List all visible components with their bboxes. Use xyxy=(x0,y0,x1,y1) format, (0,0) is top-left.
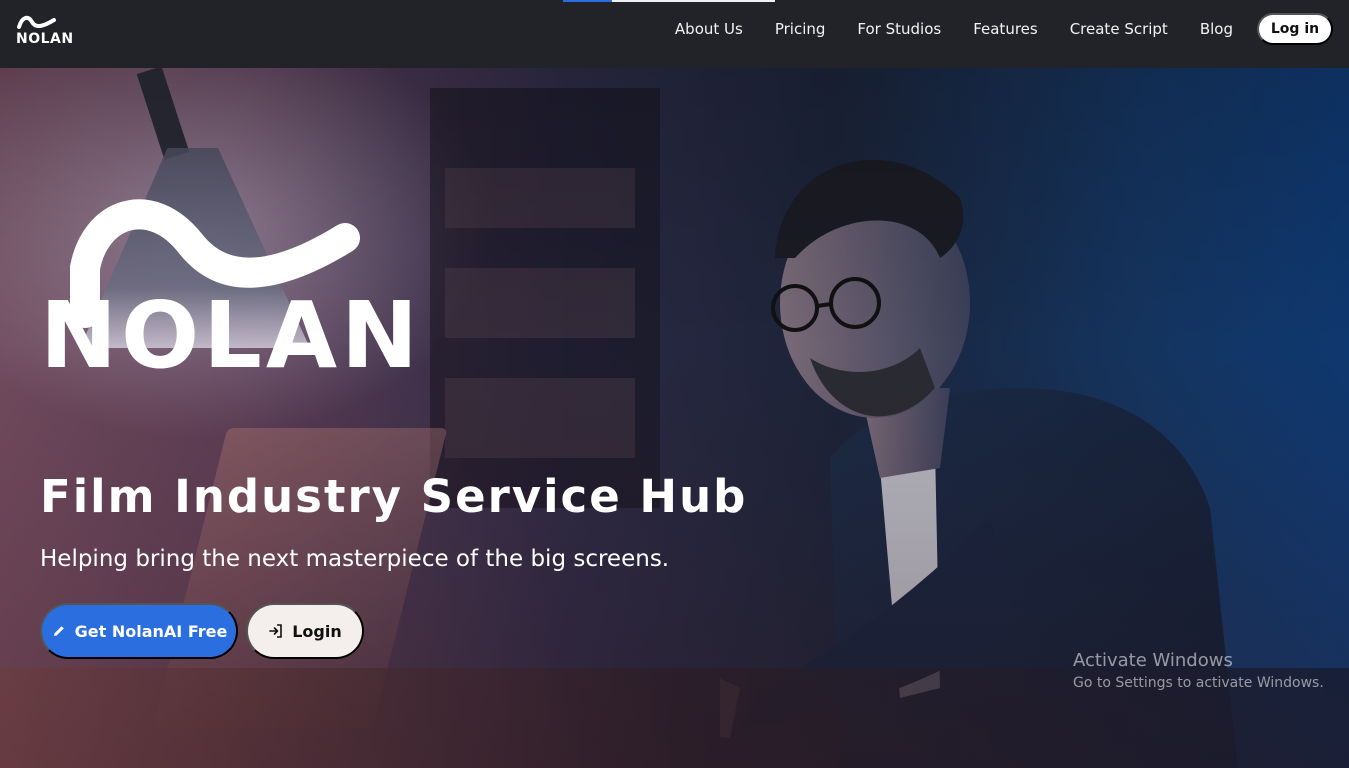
brand-wave-icon xyxy=(17,15,56,29)
get-nolanai-free-label: Get NolanAI Free xyxy=(74,621,228,641)
pencil-icon xyxy=(51,623,67,639)
brand-name: NOLAN xyxy=(16,31,74,47)
nav-item-about-us[interactable]: About Us xyxy=(675,20,743,38)
watermark-subtitle: Go to Settings to activate Windows. xyxy=(1073,675,1324,691)
nav-item-for-studios[interactable]: For Studios xyxy=(857,20,941,38)
windows-activation-watermark: Activate Windows Go to Settings to activ… xyxy=(1073,650,1324,691)
nav-item-blog[interactable]: Blog xyxy=(1200,20,1233,38)
hero-subtitle: Helping bring the next masterpiece of th… xyxy=(40,546,670,572)
nav-item-create-script[interactable]: Create Script xyxy=(1070,20,1168,38)
login-hero-label: Login xyxy=(292,621,342,641)
hero-logo-text: NOLAN xyxy=(40,282,423,389)
watermark-title: Activate Windows xyxy=(1073,650,1233,671)
login-icon xyxy=(268,623,284,639)
login-button[interactable]: Log in xyxy=(1257,13,1333,45)
top-navigation-bar: NOLAN About Us Pricing For Studios Featu… xyxy=(0,0,1349,68)
hero-title: Film Industry Service Hub xyxy=(40,470,748,523)
scroll-progress-fill xyxy=(563,0,612,2)
nav-item-features[interactable]: Features xyxy=(973,20,1038,38)
get-nolanai-free-button[interactable]: Get NolanAI Free xyxy=(40,603,238,659)
brand-logo[interactable]: NOLAN xyxy=(14,13,78,49)
nav-item-pricing[interactable]: Pricing xyxy=(775,20,826,38)
login-hero-button[interactable]: Login xyxy=(246,603,364,659)
main-nav: About Us Pricing For Studios Features Cr… xyxy=(643,0,1233,58)
hero-logo: NOLAN xyxy=(40,198,418,388)
